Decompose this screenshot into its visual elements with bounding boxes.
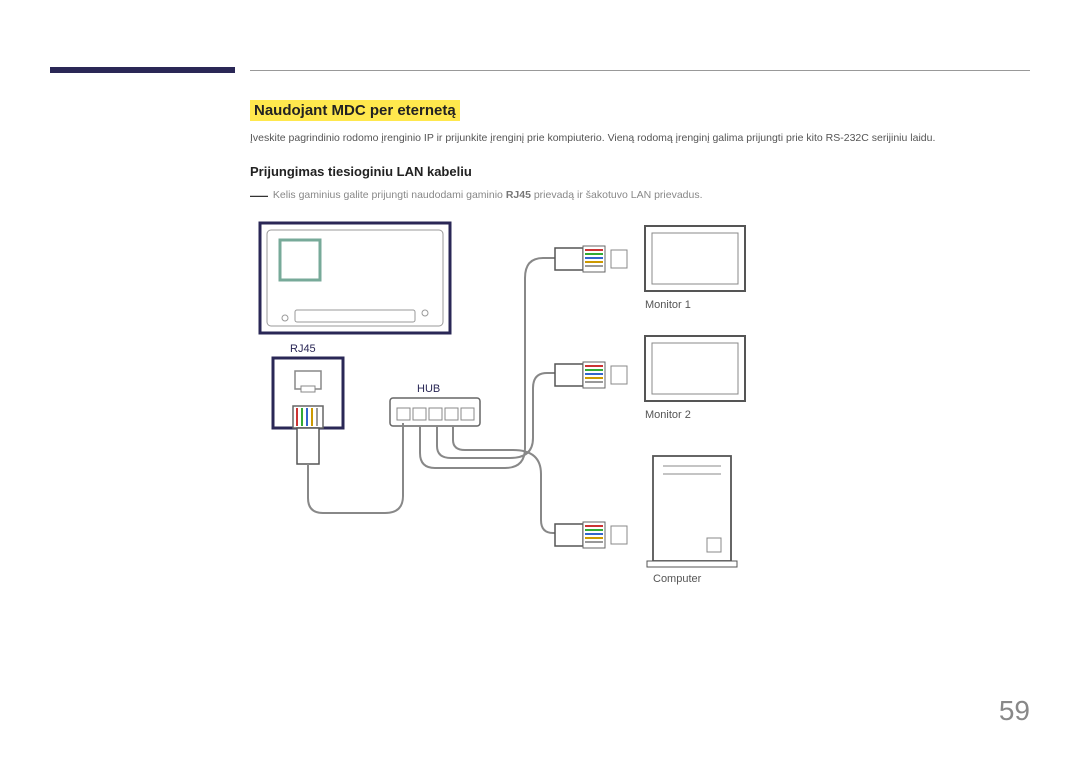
- monitor-icon: [645, 336, 745, 401]
- rj45-port-icon: [273, 358, 343, 464]
- cable-rj45-hub: [308, 423, 403, 513]
- computer-tower-icon: [647, 456, 737, 567]
- note-suffix: prievadą ir šakotuvo LAN prievadus.: [531, 189, 703, 201]
- connection-diagram: RJ45 HUB: [255, 218, 815, 618]
- header-accent-bar: [50, 67, 235, 73]
- rj45-connector-icon: [555, 522, 627, 548]
- note-line: ― Kelis gaminius galite prijungti naudod…: [250, 185, 1030, 206]
- subsection-title: Prijungimas tiesioginiu LAN kabeliu: [250, 164, 1030, 179]
- hub-icon: [390, 398, 480, 426]
- hub-label: HUB: [417, 383, 440, 395]
- note-dash-icon: ―: [250, 185, 268, 205]
- monitor-icon: [645, 226, 745, 291]
- cable-hub-computer: [453, 426, 555, 533]
- page-content: Naudojant MDC per eternetą Įveskite pagr…: [250, 100, 1030, 618]
- rj45-connector-icon: [555, 246, 627, 272]
- page-number: 59: [999, 695, 1030, 727]
- rj45-connector-icon: [555, 362, 627, 388]
- monitor1-label: Monitor 1: [645, 299, 691, 311]
- device-panel-icon: [260, 223, 450, 333]
- rj45-label: RJ45: [290, 343, 316, 355]
- cable-hub-monitor1: [420, 258, 555, 468]
- note-prefix: Kelis gaminius galite prijungti naudodam…: [273, 189, 506, 201]
- computer-label: Computer: [653, 573, 702, 585]
- section-title: Naudojant MDC per eternetą: [250, 100, 460, 121]
- note-strong: RJ45: [506, 189, 531, 201]
- header-divider: [250, 70, 1030, 71]
- monitor2-label: Monitor 2: [645, 409, 691, 421]
- intro-paragraph: Įveskite pagrindinio rodomo įrenginio IP…: [250, 131, 1030, 146]
